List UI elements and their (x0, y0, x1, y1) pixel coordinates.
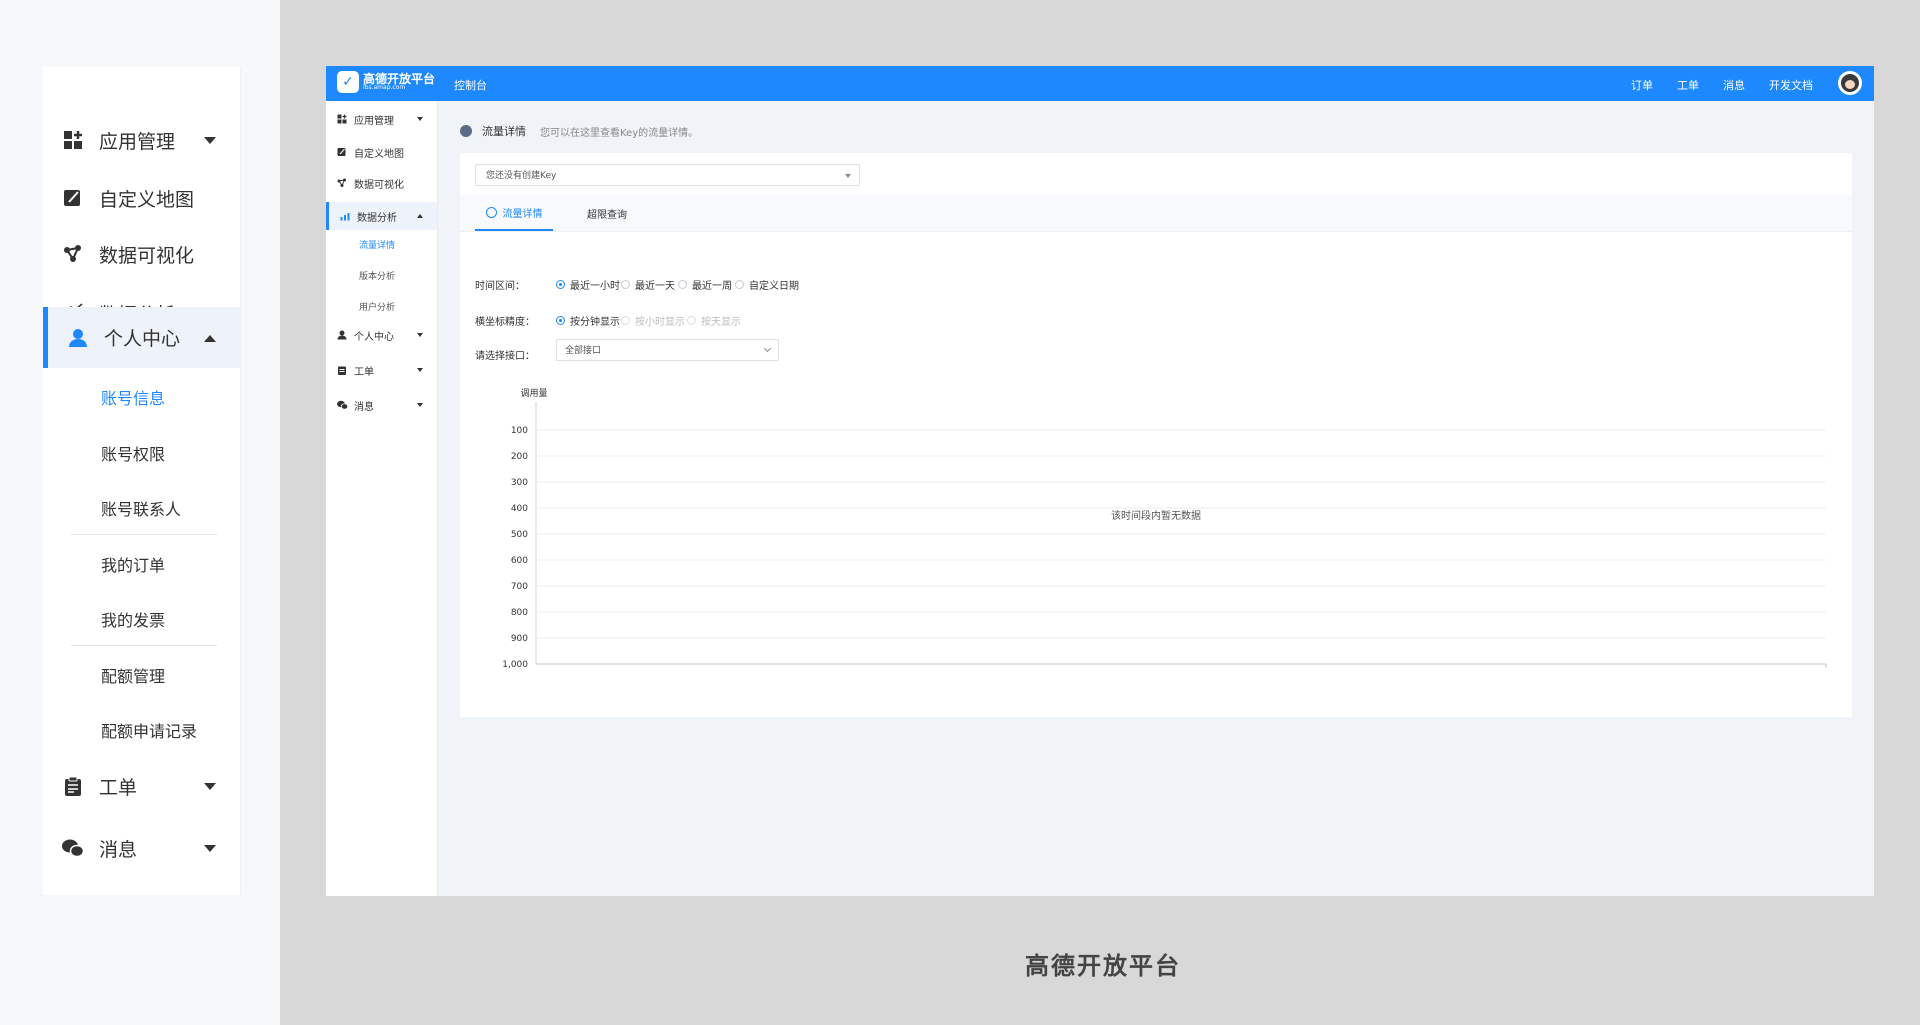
sidebar-item-label: 工单 (99, 776, 138, 799)
sidebar-item-app-management[interactable]: 应用管理 (43, 111, 240, 169)
sidebar-subitem-account-permissions[interactable]: 账号权限 (101, 441, 165, 465)
y-tick-label: 300 (511, 478, 528, 488)
usage-chart: 调用量 100 200 300 400 500 600 700 800 900 1,000 该时间段内… (502, 388, 1827, 670)
sidebar-item-data-visualization[interactable]: 数据可视化 (43, 225, 240, 283)
y-tick-label: 700 (511, 582, 528, 592)
grid-plus-icon (61, 128, 85, 152)
divider (71, 534, 217, 535)
clipboard-icon (61, 774, 85, 798)
sidebar-item-label: 个人中心 (104, 328, 181, 350)
y-tick-label: 100 (511, 426, 528, 436)
nodes-icon (61, 242, 85, 266)
y-tick-label: 900 (511, 634, 528, 644)
sidebar-item-label: 自定义地图 (99, 188, 195, 211)
empty-data-message: 该时间段内暂无数据 (1111, 509, 1201, 522)
sidebar-item-custom-map[interactable]: 自定义地图 (43, 169, 240, 227)
divider (71, 645, 217, 646)
y-tick-label: 500 (511, 530, 528, 540)
sidebar-item-personal-center[interactable]: 个人中心 (43, 307, 240, 368)
app-window: ✓ 高德开放平台 lbs.amap.com 控制台 订单 工单 消息 开发文档 … (326, 66, 1874, 896)
chevron-up-icon (204, 334, 216, 342)
user-icon (66, 326, 90, 350)
sidebar-item-label: 消息 (99, 838, 138, 861)
sidebar-item-label: 数据可视化 (99, 244, 195, 267)
sidebar-item-messages[interactable]: 消息 (43, 819, 240, 877)
sidebar-subitem-quota-management[interactable]: 配额管理 (101, 663, 165, 687)
sidebar-item-label: 应用管理 (99, 130, 176, 153)
caption: 高德开放平台 (1025, 952, 1181, 980)
y-tick-label: 800 (511, 608, 528, 618)
y-tick-label: 400 (511, 504, 528, 514)
sidebar-subitem-quota-requests[interactable]: 配额申请记录 (101, 718, 197, 742)
map-brush-icon (61, 186, 85, 210)
sidebar-enlarged: 应用管理 自定义地图 数据可视化 数据分析 个人中心 账号信息 账号权限 账号联… (43, 67, 241, 895)
sidebar-item-tickets[interactable]: 工单 (43, 757, 240, 815)
sidebar-subitem-my-orders[interactable]: 我的订单 (101, 552, 165, 576)
chat-icon (61, 836, 85, 860)
chevron-down-icon (204, 845, 216, 852)
y-tick-label: 200 (511, 452, 528, 462)
chevron-down-icon (204, 783, 216, 790)
sidebar-subitem-account-info[interactable]: 账号信息 (101, 385, 165, 409)
y-axis-label: 调用量 (520, 388, 547, 399)
sidebar-subitem-my-invoices[interactable]: 我的发票 (101, 607, 165, 631)
chevron-down-icon (204, 137, 216, 144)
y-tick-label: 600 (511, 556, 528, 566)
y-tick-label: 1,000 (502, 660, 528, 670)
sidebar-subitem-account-contacts[interactable]: 账号联系人 (101, 496, 181, 520)
